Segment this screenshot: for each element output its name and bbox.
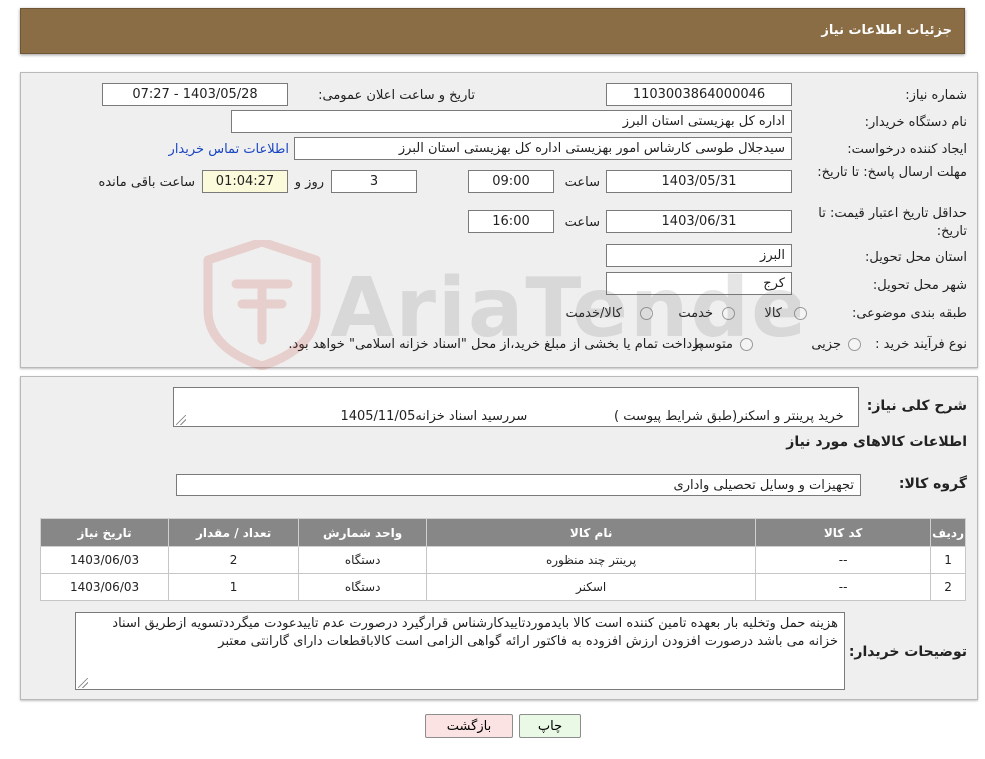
col-goods-code: کد کالا xyxy=(755,518,932,547)
announce-datetime-field: 1403/05/28 - 07:27 xyxy=(102,83,288,106)
goods-group-field: تجهیزات و وسایل تحصیلی واداری xyxy=(176,474,861,496)
need-summary-label: شرح کلی نیاز: xyxy=(866,398,967,414)
request-creator-field: سیدجلال طوسی کارشاس امور بهزیستی اداره ک… xyxy=(294,137,792,160)
cell-row-number: 2 xyxy=(930,573,966,601)
deadline-time-label: ساعت xyxy=(564,175,600,190)
cell-unit: دستگاه xyxy=(298,546,428,574)
process-minor-label: جزیی xyxy=(811,337,841,352)
buyer-notes-text: هزینه حمل وتخلیه بار بعهده تامین کننده ا… xyxy=(112,616,838,649)
page-title: جزئیات اطلاعات نیاز xyxy=(821,23,952,38)
need-number-field: 1103003864000046 xyxy=(606,83,792,106)
col-quantity: تعداد / مقدار xyxy=(168,518,300,547)
buyer-org-field: اداره کل بهزیستی استان البرز xyxy=(231,110,792,133)
goods-table: ردیف کد کالا نام کالا واحد شمارش تعداد /… xyxy=(39,518,966,601)
buyer-notes-label: توضیحات خریدار: xyxy=(848,644,967,660)
validity-date-field: 1403/06/31 xyxy=(606,210,792,233)
deadline-date-field: 1403/05/31 xyxy=(606,170,792,193)
buyer-notes-field: هزینه حمل وتخلیه بار بعهده تامین کننده ا… xyxy=(75,612,845,690)
table-row: 2 -- اسکنر دستگاه 1 1403/06/03 xyxy=(39,573,966,601)
treasury-payment-note: پرداخت تمام یا بخشی از مبلغ خرید،از محل … xyxy=(288,337,703,352)
days-label: روز و xyxy=(294,175,324,190)
print-button[interactable]: چاپ xyxy=(519,714,581,738)
delivery-province-field: البرز xyxy=(606,244,792,267)
col-need-date: تاریخ نیاز xyxy=(39,518,170,547)
resize-grip-icon[interactable] xyxy=(176,415,186,425)
delivery-province-label: استان محل تحویل: xyxy=(865,250,967,265)
goods-table-header-row: ردیف کد کالا نام کالا واحد شمارش تعداد /… xyxy=(39,518,966,547)
remaining-days-field: 3 xyxy=(331,170,417,193)
category-goods-service-label: کالا/خدمت xyxy=(565,306,622,321)
process-medium-radio[interactable] xyxy=(740,338,753,351)
col-row-number: ردیف xyxy=(930,518,966,547)
buyer-contact-link[interactable]: اطلاعات تماس خریدار xyxy=(169,142,289,157)
cell-row-number: 1 xyxy=(930,546,966,574)
process-minor-radio[interactable] xyxy=(848,338,861,351)
validity-time-field: 16:00 xyxy=(468,210,554,233)
category-goods-service-radio[interactable] xyxy=(640,307,653,320)
cell-goods-name: پرینتر چند منظوره xyxy=(426,546,757,574)
delivery-city-label: شهر محل تحویل: xyxy=(872,278,967,293)
page-header: جزئیات اطلاعات نیاز xyxy=(20,8,965,54)
response-deadline-label: مهلت ارسال پاسخ: تا تاریخ: xyxy=(817,165,967,180)
goods-info-heading: اطلاعات کالاهای مورد نیاز xyxy=(786,434,967,450)
col-goods-name: نام کالا xyxy=(426,518,757,547)
cell-goods-name: اسکنر xyxy=(426,573,757,601)
cell-goods-code: -- xyxy=(755,546,932,574)
need-summary-text: خرید پرینتر و اسکنر(طبق شرایط پیوست ) سر… xyxy=(340,409,844,424)
need-summary-field: خرید پرینتر و اسکنر(طبق شرایط پیوست ) سر… xyxy=(173,387,859,427)
need-number-label: شماره نیاز: xyxy=(905,88,967,103)
col-unit: واحد شمارش xyxy=(298,518,428,547)
back-button[interactable]: بازگشت xyxy=(425,714,513,738)
remaining-time-field: 01:04:27 xyxy=(202,170,288,193)
category-goods-radio[interactable] xyxy=(794,307,807,320)
goods-group-label: گروه کالا: xyxy=(898,476,967,492)
cell-quantity: 1 xyxy=(168,573,300,601)
remaining-time-label: ساعت باقی مانده xyxy=(98,175,195,190)
table-row: 1 -- پرینتر چند منظوره دستگاه 2 1403/06/… xyxy=(39,546,966,574)
cell-unit: دستگاه xyxy=(298,573,428,601)
purchase-process-label: نوع فرآیند خرید : xyxy=(875,337,967,352)
cell-quantity: 2 xyxy=(168,546,300,574)
category-service-radio[interactable] xyxy=(722,307,735,320)
cell-need-date: 1403/06/03 xyxy=(39,573,170,601)
buyer-org-label: نام دستگاه خریدار: xyxy=(864,115,967,130)
delivery-city-field: کرج xyxy=(606,272,792,295)
deadline-time-field: 09:00 xyxy=(468,170,554,193)
cell-goods-code: -- xyxy=(755,573,932,601)
category-service-label: خدمت xyxy=(678,306,713,321)
cell-need-date: 1403/06/03 xyxy=(39,546,170,574)
price-validity-label: حداقل تاریخ اعتبار قیمت: تا تاریخ: xyxy=(818,206,967,239)
request-creator-label: ایجاد کننده درخواست: xyxy=(847,142,967,157)
announce-datetime-label: تاریخ و ساعت اعلان عمومی: xyxy=(318,88,475,103)
category-goods-label: کالا xyxy=(764,306,782,321)
subject-category-label: طبقه بندی موضوعی: xyxy=(851,306,967,321)
resize-grip-icon[interactable] xyxy=(78,678,88,688)
validity-time-label: ساعت xyxy=(564,215,600,230)
